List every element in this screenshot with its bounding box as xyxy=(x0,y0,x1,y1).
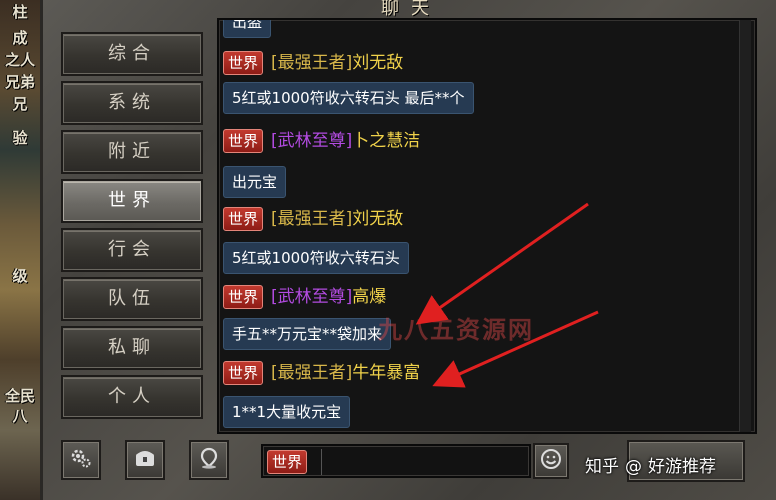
scene-text: 级 xyxy=(12,267,28,285)
message-bubble: 出盗 xyxy=(223,20,272,38)
scene-text: 之人 xyxy=(4,51,35,69)
player-name[interactable]: 刘无敌 xyxy=(352,53,403,73)
source-overlay: 知乎 @ 好游推荐 xyxy=(585,452,716,477)
scene-text: 柱 xyxy=(12,3,28,21)
tab-team[interactable]: 队伍 xyxy=(61,277,203,321)
message-header: 世界 [最强王者]牛年暴富 xyxy=(223,360,420,386)
channel-badge: 世界 xyxy=(223,51,264,75)
settings-button[interactable] xyxy=(61,440,101,480)
chat-panel: 聊天 综合 系统 附近 世界 行会 队伍 私聊 个人 出盗 世界 [最强王者]刘无… xyxy=(40,0,776,500)
channel-badge: 世界 xyxy=(223,361,264,385)
message-bubble: 出元宝 xyxy=(223,166,287,198)
location-button[interactable] xyxy=(189,440,229,480)
message-header: 世界 [最强王者]刘无敌 xyxy=(223,50,403,76)
smiley-icon xyxy=(539,447,563,475)
message-bubble: 5红或1000符收六转石头 xyxy=(223,242,409,274)
player-title: [最强王者] xyxy=(271,53,353,73)
player-name[interactable]: 卜之慧洁 xyxy=(352,131,420,151)
message-header: 世界 [武林至尊]卜之慧洁 xyxy=(223,128,420,154)
scene-text: 兄 xyxy=(12,95,28,113)
scene-text: 成 xyxy=(12,29,28,47)
input-channel-badge[interactable]: 世界 xyxy=(267,450,308,474)
overlay-site: 知乎 xyxy=(585,457,619,477)
scene-text: 八 xyxy=(12,407,28,425)
tab-guild[interactable]: 行会 xyxy=(61,228,203,272)
channel-badge: 世界 xyxy=(223,207,264,231)
chat-input[interactable] xyxy=(321,449,527,475)
chat-log[interactable]: 出盗 世界 [最强王者]刘无敌 5红或1000符收六转石头 最后**个 世界 [武林… xyxy=(217,18,757,434)
chest-icon xyxy=(133,446,157,474)
location-pin-icon xyxy=(197,446,221,474)
tab-system[interactable]: 系统 xyxy=(61,81,203,125)
player-title: [最强王者] xyxy=(271,363,353,383)
overlay-separator: @ xyxy=(625,457,642,477)
tab-world[interactable]: 世界 xyxy=(61,179,203,223)
message-bubble: 手五**万元宝**袋加来 xyxy=(223,318,392,350)
channel-badge: 世界 xyxy=(223,129,264,153)
tab-private[interactable]: 私聊 xyxy=(61,326,203,370)
channel-badge: 世界 xyxy=(223,285,264,309)
tab-comprehensive[interactable]: 综合 xyxy=(61,32,203,76)
message-header: 世界 [最强王者]刘无敌 xyxy=(223,206,403,232)
watermark: 九八五资源网 xyxy=(378,316,534,344)
chat-input-box[interactable]: 世界 xyxy=(261,444,531,478)
player-title: [最强王者] xyxy=(271,209,353,229)
player-title: [武林至尊] xyxy=(271,287,353,307)
emoji-button[interactable] xyxy=(533,443,569,479)
player-title: [武林至尊] xyxy=(271,131,353,151)
message-bubble: 5红或1000符收六转石头 最后**个 xyxy=(223,82,474,114)
overlay-author: 好游推荐 xyxy=(648,457,716,477)
tab-nearby[interactable]: 附近 xyxy=(61,130,203,174)
scene-text: 全民 xyxy=(4,387,35,405)
player-name[interactable]: 刘无敌 xyxy=(352,209,403,229)
gear-icon xyxy=(69,446,93,474)
game-scene-left: 柱 成 之人 兄弟 兄 验 级 全民 八 xyxy=(0,0,44,500)
message-header: 世界 [武林至尊]高爆 xyxy=(223,284,386,310)
message-bubble: 1**1大量收元宝 xyxy=(223,396,351,428)
scene-text: 兄弟 xyxy=(4,73,35,91)
scene-text: 验 xyxy=(12,129,28,147)
tab-personal[interactable]: 个人 xyxy=(61,375,203,419)
panel-title: 聊天 xyxy=(381,0,441,19)
player-name[interactable]: 高爆 xyxy=(352,287,386,307)
chat-scrollbar[interactable] xyxy=(739,20,751,432)
bag-button[interactable] xyxy=(125,440,165,480)
player-name[interactable]: 牛年暴富 xyxy=(352,363,420,383)
